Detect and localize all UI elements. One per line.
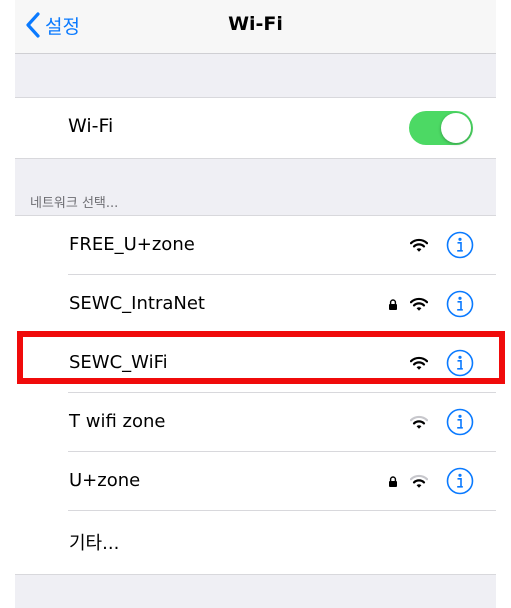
network-name: SEWC_IntraNet [69,293,205,314]
wifi-signal-icon [410,474,428,488]
network-row-selected[interactable]: SEWC_WiFi [15,334,496,393]
network-row[interactable]: FREE_U+zone [15,216,496,275]
other-network-row[interactable]: 기타... [15,511,496,570]
info-icon[interactable] [446,349,474,377]
info-icon[interactable] [446,290,474,318]
network-name: FREE_U+zone [69,234,195,255]
network-name: SEWC_WiFi [69,352,168,373]
network-list: FREE_U+zone SEWC_IntraNet SEWC_WiFi T wi… [15,215,496,575]
wifi-toggle-switch[interactable] [409,111,473,145]
wifi-signal-icon [410,238,428,252]
network-row[interactable]: U+zone [15,452,496,511]
info-icon[interactable] [446,467,474,495]
info-icon[interactable] [446,231,474,259]
toggle-knob [441,113,471,143]
screenshot-frame: 설정 Wi-Fi Wi-Fi 네트워크 선택... FREE_U+zone SE… [0,0,511,608]
wifi-toggle-row: Wi-Fi [15,97,496,159]
network-row[interactable]: SEWC_IntraNet [15,275,496,334]
network-row[interactable]: T wifi zone [15,393,496,452]
wifi-signal-icon [410,356,428,370]
network-name: U+zone [69,470,141,491]
info-icon[interactable] [446,408,474,436]
lock-icon [389,476,397,487]
wifi-signal-icon [410,297,428,311]
wifi-toggle-label: Wi-Fi [68,115,114,137]
wifi-signal-icon [410,415,428,429]
page-title: Wi-Fi [228,13,283,35]
lock-icon [389,299,397,310]
settings-screen: 설정 Wi-Fi Wi-Fi 네트워크 선택... FREE_U+zone SE… [15,0,496,608]
network-name: T wifi zone [69,411,166,432]
network-section-header: 네트워크 선택... [30,196,119,211]
navigation-bar: 설정 Wi-Fi [15,0,496,54]
other-network-label: 기타... [69,533,120,554]
